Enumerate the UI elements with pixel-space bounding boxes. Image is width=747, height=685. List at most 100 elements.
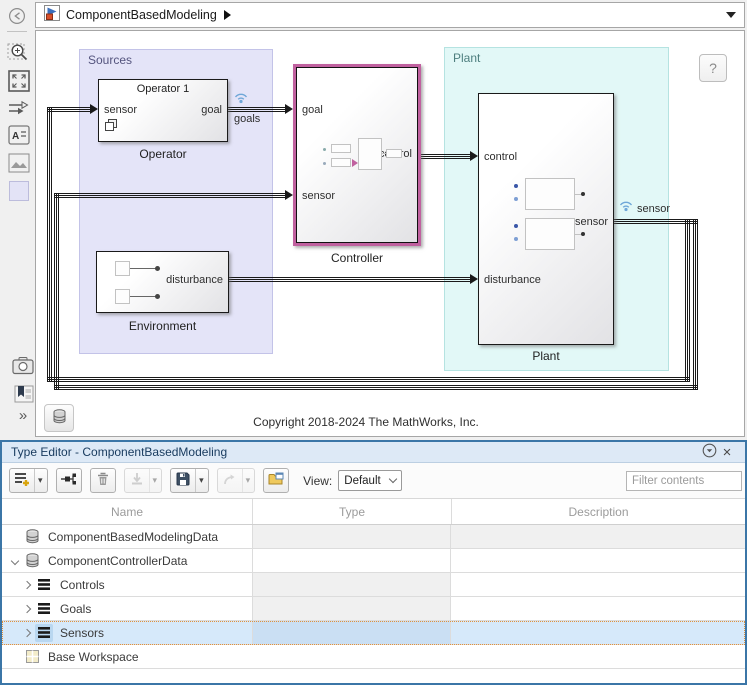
sensor-feedback-wire[interactable] bbox=[54, 193, 59, 390]
control-signal-wire[interactable] bbox=[421, 154, 471, 159]
wire-arrowhead bbox=[470, 151, 478, 161]
row-name-cell[interactable]: Controls bbox=[2, 573, 253, 596]
row-description-cell[interactable] bbox=[451, 597, 745, 620]
operator-sensor-wire[interactable] bbox=[47, 107, 91, 112]
filter-contents-input[interactable] bbox=[626, 471, 742, 491]
type-table-rows: ComponentBasedModelingDataComponentContr… bbox=[2, 525, 745, 669]
chevron-right-icon[interactable] bbox=[20, 606, 34, 612]
goals-signal-label[interactable]: goals bbox=[234, 113, 260, 125]
panel-close-button[interactable]: × bbox=[718, 443, 736, 461]
operator-block[interactable]: Operator 1 sensor goal bbox=[98, 79, 228, 142]
delete-button[interactable] bbox=[90, 468, 116, 493]
area-box-button[interactable] bbox=[8, 181, 30, 203]
row-type-cell[interactable] bbox=[252, 621, 451, 644]
breadcrumb-caret-icon[interactable] bbox=[224, 10, 231, 20]
double-chevron-icon: » bbox=[19, 407, 27, 424]
row-description-cell[interactable] bbox=[451, 525, 745, 548]
breadcrumb-dropdown-icon[interactable] bbox=[726, 12, 736, 18]
chevron-down-icon[interactable] bbox=[8, 558, 22, 564]
add-element-button[interactable] bbox=[56, 468, 82, 493]
chevron-right-icon[interactable] bbox=[20, 630, 34, 636]
back-arrow-icon bbox=[8, 7, 26, 28]
fit-to-view-button[interactable] bbox=[7, 70, 31, 94]
row-name-cell[interactable]: Base Workspace bbox=[2, 645, 745, 668]
image-icon bbox=[8, 153, 30, 176]
panel-menu-button[interactable] bbox=[700, 443, 718, 461]
legend-button[interactable] bbox=[13, 384, 35, 406]
sensor-signal-label[interactable]: sensor bbox=[637, 203, 670, 215]
column-header-name[interactable]: Name bbox=[2, 499, 253, 524]
operator-block-name: Operator bbox=[98, 147, 228, 161]
data-dictionary-icon bbox=[23, 528, 41, 546]
view-dropdown[interactable]: Default bbox=[338, 470, 402, 491]
sensor-feedback-wire[interactable] bbox=[47, 377, 690, 382]
dropdown-caret-icon[interactable]: ▾ bbox=[34, 469, 43, 492]
open-window-button[interactable] bbox=[263, 468, 289, 493]
screenshot-button[interactable] bbox=[11, 356, 35, 377]
save-button[interactable]: ▾ bbox=[170, 468, 209, 493]
signal-arrows-button[interactable] bbox=[7, 99, 31, 119]
row-label: Controls bbox=[60, 578, 105, 592]
sensor-feedback-wire[interactable] bbox=[54, 385, 698, 390]
simulink-model-icon bbox=[44, 5, 60, 26]
plant-area-label: Plant bbox=[453, 51, 480, 65]
help-button[interactable]: ? bbox=[699, 54, 727, 82]
controller-sensor-wire[interactable] bbox=[54, 193, 286, 198]
dropdown-caret-icon: ▾ bbox=[149, 469, 158, 492]
row-description-cell[interactable] bbox=[451, 573, 745, 596]
column-header-type[interactable]: Type bbox=[253, 499, 452, 524]
wireless-signal-icon bbox=[233, 90, 249, 109]
row-description-cell[interactable] bbox=[451, 549, 745, 572]
row-name-cell[interactable]: Sensors bbox=[2, 621, 253, 644]
image-button[interactable] bbox=[7, 153, 31, 175]
chevron-right-icon[interactable] bbox=[20, 582, 34, 588]
environment-block[interactable]: disturbance bbox=[96, 251, 229, 313]
row-type-cell[interactable] bbox=[252, 573, 451, 596]
table-row-goals[interactable]: Goals bbox=[2, 597, 745, 621]
fit-to-view-icon bbox=[8, 70, 30, 95]
open-folder-icon bbox=[268, 471, 284, 490]
row-type-cell[interactable] bbox=[252, 597, 451, 620]
table-row-controls[interactable]: Controls bbox=[2, 573, 745, 597]
row-description-cell[interactable] bbox=[451, 621, 745, 644]
type-editor-titlebar[interactable]: Type Editor - ComponentBasedModeling × bbox=[2, 442, 745, 463]
model-canvas[interactable]: Sources Plant Operator 1 sensor goal Ope… bbox=[35, 30, 745, 437]
sensor-feedback-wire[interactable] bbox=[685, 219, 690, 382]
add-entry-button[interactable]: ▾ bbox=[9, 468, 48, 493]
back-button[interactable] bbox=[7, 7, 27, 27]
sensor-feedback-wire[interactable] bbox=[47, 107, 52, 382]
row-label: Goals bbox=[60, 602, 91, 616]
bus-icon bbox=[35, 600, 53, 618]
table-row-sensors[interactable]: Sensors bbox=[2, 621, 745, 645]
controller-block[interactable]: goal sensor control bbox=[293, 64, 421, 246]
plant-block[interactable]: control disturbance sensor bbox=[478, 93, 614, 345]
import-button: ▾ bbox=[124, 468, 163, 493]
expand-toolstrip-button[interactable]: » bbox=[12, 405, 34, 425]
environment-preview bbox=[155, 266, 160, 271]
breadcrumb-model-name[interactable]: ComponentBasedModeling bbox=[66, 8, 217, 22]
dropdown-caret-icon[interactable]: ▾ bbox=[195, 469, 204, 492]
type-editor-title: Type Editor - ComponentBasedModeling bbox=[11, 445, 700, 459]
circled-chevron-icon bbox=[702, 443, 717, 461]
environment-preview bbox=[130, 296, 157, 297]
save-icon bbox=[175, 471, 191, 490]
copyright-text: Copyright 2018-2024 The MathWorks, Inc. bbox=[36, 415, 696, 429]
controller-sensor-port-label: sensor bbox=[302, 190, 335, 202]
zoom-region-button[interactable] bbox=[6, 41, 32, 65]
table-row-base-workspace[interactable]: Base Workspace bbox=[2, 645, 745, 669]
table-row-componentcontrollerdata[interactable]: ComponentControllerData bbox=[2, 549, 745, 573]
row-name-cell[interactable]: ComponentControllerData bbox=[2, 549, 253, 572]
data-dictionary-badge[interactable] bbox=[44, 404, 74, 432]
row-type-cell[interactable] bbox=[252, 525, 451, 548]
row-name-cell[interactable]: Goals bbox=[2, 597, 253, 620]
data-dictionary-icon bbox=[23, 552, 41, 570]
table-row-componentbasedmodelingdata[interactable]: ComponentBasedModelingData bbox=[2, 525, 745, 549]
row-name-cell[interactable]: ComponentBasedModelingData bbox=[2, 525, 253, 548]
disturbance-signal-wire[interactable] bbox=[229, 277, 471, 282]
column-header-description[interactable]: Description bbox=[452, 505, 745, 519]
sensor-feedback-wire[interactable] bbox=[693, 219, 698, 390]
variant-badge-icon[interactable] bbox=[104, 118, 118, 137]
annotation-button[interactable]: A bbox=[7, 125, 31, 147]
plant-disturbance-port-label: disturbance bbox=[484, 274, 541, 286]
row-type-cell[interactable] bbox=[252, 549, 451, 572]
